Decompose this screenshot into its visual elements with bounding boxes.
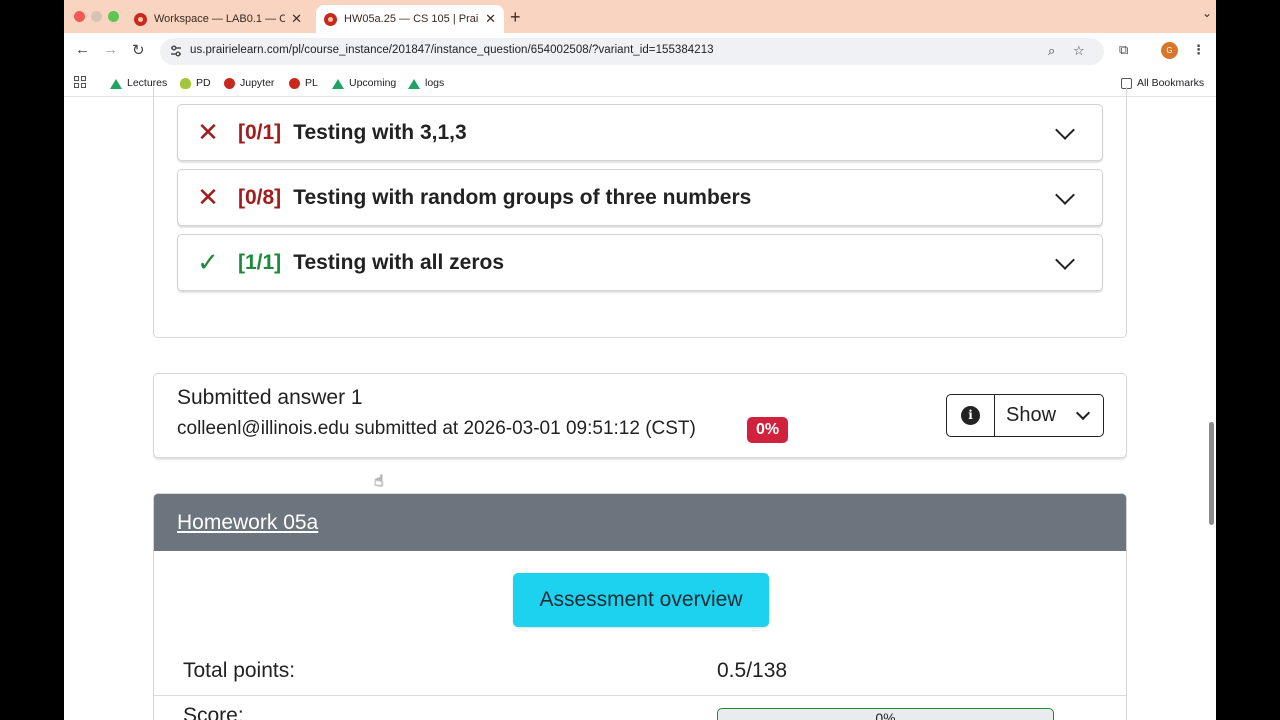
prairielearn-favicon-icon [134, 12, 147, 26]
test-result-row[interactable]: ✕ [0/1] Testing with 3,1,3 [177, 104, 1103, 161]
new-tab-plus-icon[interactable]: + [510, 7, 521, 28]
score-label: Score: [183, 704, 244, 720]
assessment-overview-button[interactable]: Assessment overview [513, 573, 769, 627]
bookmark-star-icon[interactable]: ☆ [1073, 43, 1085, 59]
total-points-value: 0.5/138 [717, 659, 788, 682]
info-button[interactable]: i [947, 395, 995, 436]
assessment-card: Homework 05a Assessment overview Total p… [153, 493, 1127, 720]
page-scrollbar[interactable] [1209, 422, 1214, 525]
browser-tab-homework[interactable]: HW05a.25 — CS 105 | PrairieLearn ✕ [316, 5, 504, 33]
score-progress-text: 0% [875, 710, 896, 720]
score-badge: 0% [747, 417, 789, 443]
chevron-down-icon [1075, 405, 1091, 421]
prairielearn-favicon-icon [324, 12, 337, 26]
test-name: Testing with 3,1,3 [293, 120, 467, 144]
test-result-row[interactable]: ✓ [1/1] Testing with all zeros [177, 234, 1103, 291]
back-arrow-icon[interactable]: ← [75, 41, 90, 58]
address-bar[interactable]: us.prairielearn.com/pl/course_instance/2… [160, 38, 1104, 65]
more-menu-icon[interactable]: ⋮ [1192, 42, 1205, 58]
fail-x-icon: ✕ [197, 182, 219, 212]
fail-x-icon: ✕ [197, 117, 219, 147]
tab-title: HW05a.25 — CS 105 | PrairieLearn [344, 13, 479, 25]
zoom-magnifier-icon[interactable]: ⌕ [1048, 43, 1055, 59]
info-icon: i [961, 406, 980, 425]
tab-title: Workspace — LAB0.1 — CS 105 [154, 13, 286, 25]
tab-strip: Workspace — LAB0.1 — CS 105 ✕ HW05a.25 —… [64, 0, 1216, 33]
reload-icon[interactable]: ↻ [132, 41, 145, 59]
pass-check-icon: ✓ [197, 247, 219, 277]
total-points-label: Total points: [183, 659, 296, 682]
test-points: [1/1] [238, 250, 282, 274]
test-name: Testing with all zeros [293, 250, 504, 274]
apps-grid-icon[interactable] [74, 76, 86, 88]
forward-arrow-icon[interactable]: → [103, 41, 118, 58]
site-info-icon[interactable] [169, 44, 183, 58]
test-points: [0/8] [238, 185, 282, 209]
all-bookmarks[interactable]: All Bookmarks [1121, 77, 1204, 89]
url-text[interactable]: us.prairielearn.com/pl/course_instance/2… [190, 44, 714, 56]
page-content: ✕ [0/1] Testing with 3,1,3 ✕ [0/8] Testi… [64, 87, 1216, 720]
test-points: [0/1] [238, 120, 282, 144]
tab-search-chevron-icon[interactable]: ⌄ [1202, 6, 1212, 20]
chevron-down-icon[interactable] [1055, 249, 1075, 270]
window-maximize-button[interactable] [108, 11, 119, 22]
drive-icon [110, 78, 122, 89]
test-name: Testing with random groups of three numb… [293, 185, 752, 209]
hand-cursor-icon: ☝ [374, 473, 384, 490]
profile-avatar[interactable]: G [1161, 42, 1178, 59]
show-button[interactable]: Show [995, 395, 1103, 436]
submission-card: Submitted answer 1 colleenl@illinois.edu… [153, 373, 1127, 458]
submission-title: Submitted answer 1 [177, 386, 363, 409]
submission-button-group: i Show [946, 394, 1104, 437]
test-result-row[interactable]: ✕ [0/8] Testing with random groups of th… [177, 169, 1103, 226]
browser-window: Workspace — LAB0.1 — CS 105 ✕ HW05a.25 —… [64, 0, 1216, 720]
browser-toolbar: ← → ↻ us.prairielearn.com/pl/course_inst… [64, 33, 1216, 69]
show-label: Show [1006, 404, 1057, 426]
tab-close-icon[interactable]: ✕ [291, 11, 302, 27]
score-progress-bar: 0% [717, 708, 1054, 720]
chevron-down-icon[interactable] [1055, 119, 1075, 140]
bookmark-label: All Bookmarks [1137, 77, 1205, 89]
submission-info: colleenl@illinois.edu submitted at 2026-… [177, 418, 696, 439]
assessment-title-link[interactable]: Homework 05a [177, 511, 318, 535]
browser-tab-workspace[interactable]: Workspace — LAB0.1 — CS 105 ✕ [126, 5, 310, 33]
tab-close-icon[interactable]: ✕ [485, 11, 496, 27]
assessment-header: Homework 05a [154, 494, 1126, 551]
window-minimize-button[interactable] [91, 11, 102, 22]
reading-list-icon[interactable]: ⧉ [1119, 42, 1128, 58]
chevron-down-icon[interactable] [1055, 184, 1075, 205]
window-close-button[interactable] [74, 11, 85, 22]
row-divider [154, 695, 1126, 696]
